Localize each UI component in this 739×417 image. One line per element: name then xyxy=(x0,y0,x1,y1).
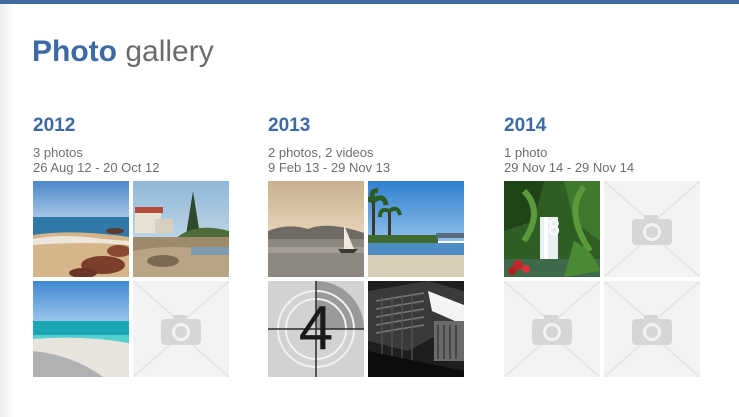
waterfall-photo[interactable]: 8 xyxy=(504,181,600,277)
photo-count: 1 photo xyxy=(504,145,548,160)
beach-rocks-photo[interactable] xyxy=(33,181,129,277)
year-label[interactable]: 2013 xyxy=(268,113,468,139)
page-title: Photo gallery xyxy=(32,32,214,72)
year-label[interactable]: 2014 xyxy=(504,113,704,139)
top-accent-bar xyxy=(0,0,739,4)
date-range: 9 Feb 13 - 29 Nov 13 xyxy=(268,160,391,175)
camera-placeholder-icon xyxy=(133,281,229,377)
building-bw-video-thumbnail[interactable] xyxy=(368,281,464,377)
photo-count: 2 photos, 2 videos xyxy=(268,145,374,160)
tropical-beach-photo[interactable] xyxy=(33,281,129,377)
countdown-number: 4 xyxy=(298,294,334,363)
beach-houses-photo[interactable] xyxy=(133,181,229,277)
date-range: 26 Aug 12 - 20 Oct 12 xyxy=(33,160,160,175)
year-group-2014: 2014 1 photo 29 Nov 14 - 29 Nov 14 8 xyxy=(504,113,704,377)
sailboat-sunset-photo[interactable] xyxy=(268,181,364,277)
date-range: 29 Nov 14 - 29 Nov 14 xyxy=(504,160,635,175)
thumbnail-grid: 8 xyxy=(504,181,704,381)
year-group-2013: 2013 2 photos, 2 videos 9 Feb 13 - 29 No… xyxy=(268,113,468,377)
year-group-2012: 2012 3 photos 26 Aug 12 - 20 Oct 12 xyxy=(33,113,233,377)
thumbnail-grid xyxy=(33,181,233,381)
camera-placeholder-icon xyxy=(504,281,600,377)
year-label[interactable]: 2012 xyxy=(33,113,233,139)
page-title-light: gallery xyxy=(125,35,214,68)
palm-beach-photo[interactable] xyxy=(368,181,464,277)
left-edge-shadow xyxy=(0,4,14,417)
photo-count: 3 photos xyxy=(33,145,83,160)
camera-placeholder-icon xyxy=(604,281,700,377)
camera-placeholder-icon xyxy=(604,181,700,277)
video-countdown-thumbnail[interactable]: 4 xyxy=(268,281,364,377)
page-title-bold: Photo xyxy=(32,35,117,68)
thumbnail-grid: 4 xyxy=(268,181,468,381)
photo-badge-number: 8 xyxy=(547,215,561,240)
